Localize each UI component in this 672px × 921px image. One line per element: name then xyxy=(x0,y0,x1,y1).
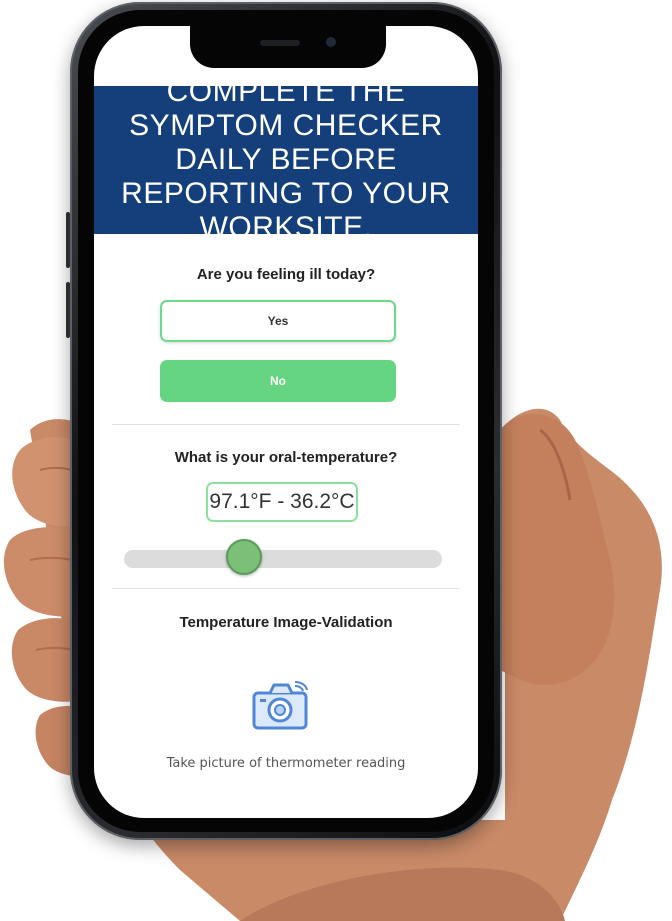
header-banner: COMPLETE THE SYMPTOM CHECKER DAILY BEFOR… xyxy=(94,75,478,244)
slider-thumb[interactable] xyxy=(226,539,262,575)
illness-question-label: Are you feeling ill today? xyxy=(196,266,376,283)
banner-title: COMPLETE THE SYMPTOM CHECKER DAILY BEFOR… xyxy=(121,75,451,244)
phone-notch xyxy=(190,26,386,68)
volume-up-button xyxy=(66,212,70,268)
speaker-grille xyxy=(260,40,300,46)
camera-caption: Take picture of thermometer reading xyxy=(166,756,406,771)
phone-frame: COMPLETE THE SYMPTOM CHECKER DAILY BEFOR… xyxy=(66,2,502,840)
volume-down-button xyxy=(66,282,70,338)
temperature-value-display: 97.1°F - 36.2°C xyxy=(206,482,358,522)
yes-button[interactable]: Yes xyxy=(160,300,396,342)
no-button[interactable]: No xyxy=(160,360,396,402)
camera-icon[interactable] xyxy=(251,681,309,731)
section-divider xyxy=(112,424,460,425)
temperature-slider[interactable] xyxy=(124,539,442,575)
section-divider xyxy=(112,588,460,589)
temperature-question-label: What is your oral-temperature? xyxy=(174,449,398,466)
phone-screen: COMPLETE THE SYMPTOM CHECKER DAILY BEFOR… xyxy=(94,26,478,818)
phone-bezel: COMPLETE THE SYMPTOM CHECKER DAILY BEFOR… xyxy=(78,10,494,832)
image-validation-label: Temperature Image-Validation xyxy=(179,614,393,631)
front-camera xyxy=(326,37,336,47)
